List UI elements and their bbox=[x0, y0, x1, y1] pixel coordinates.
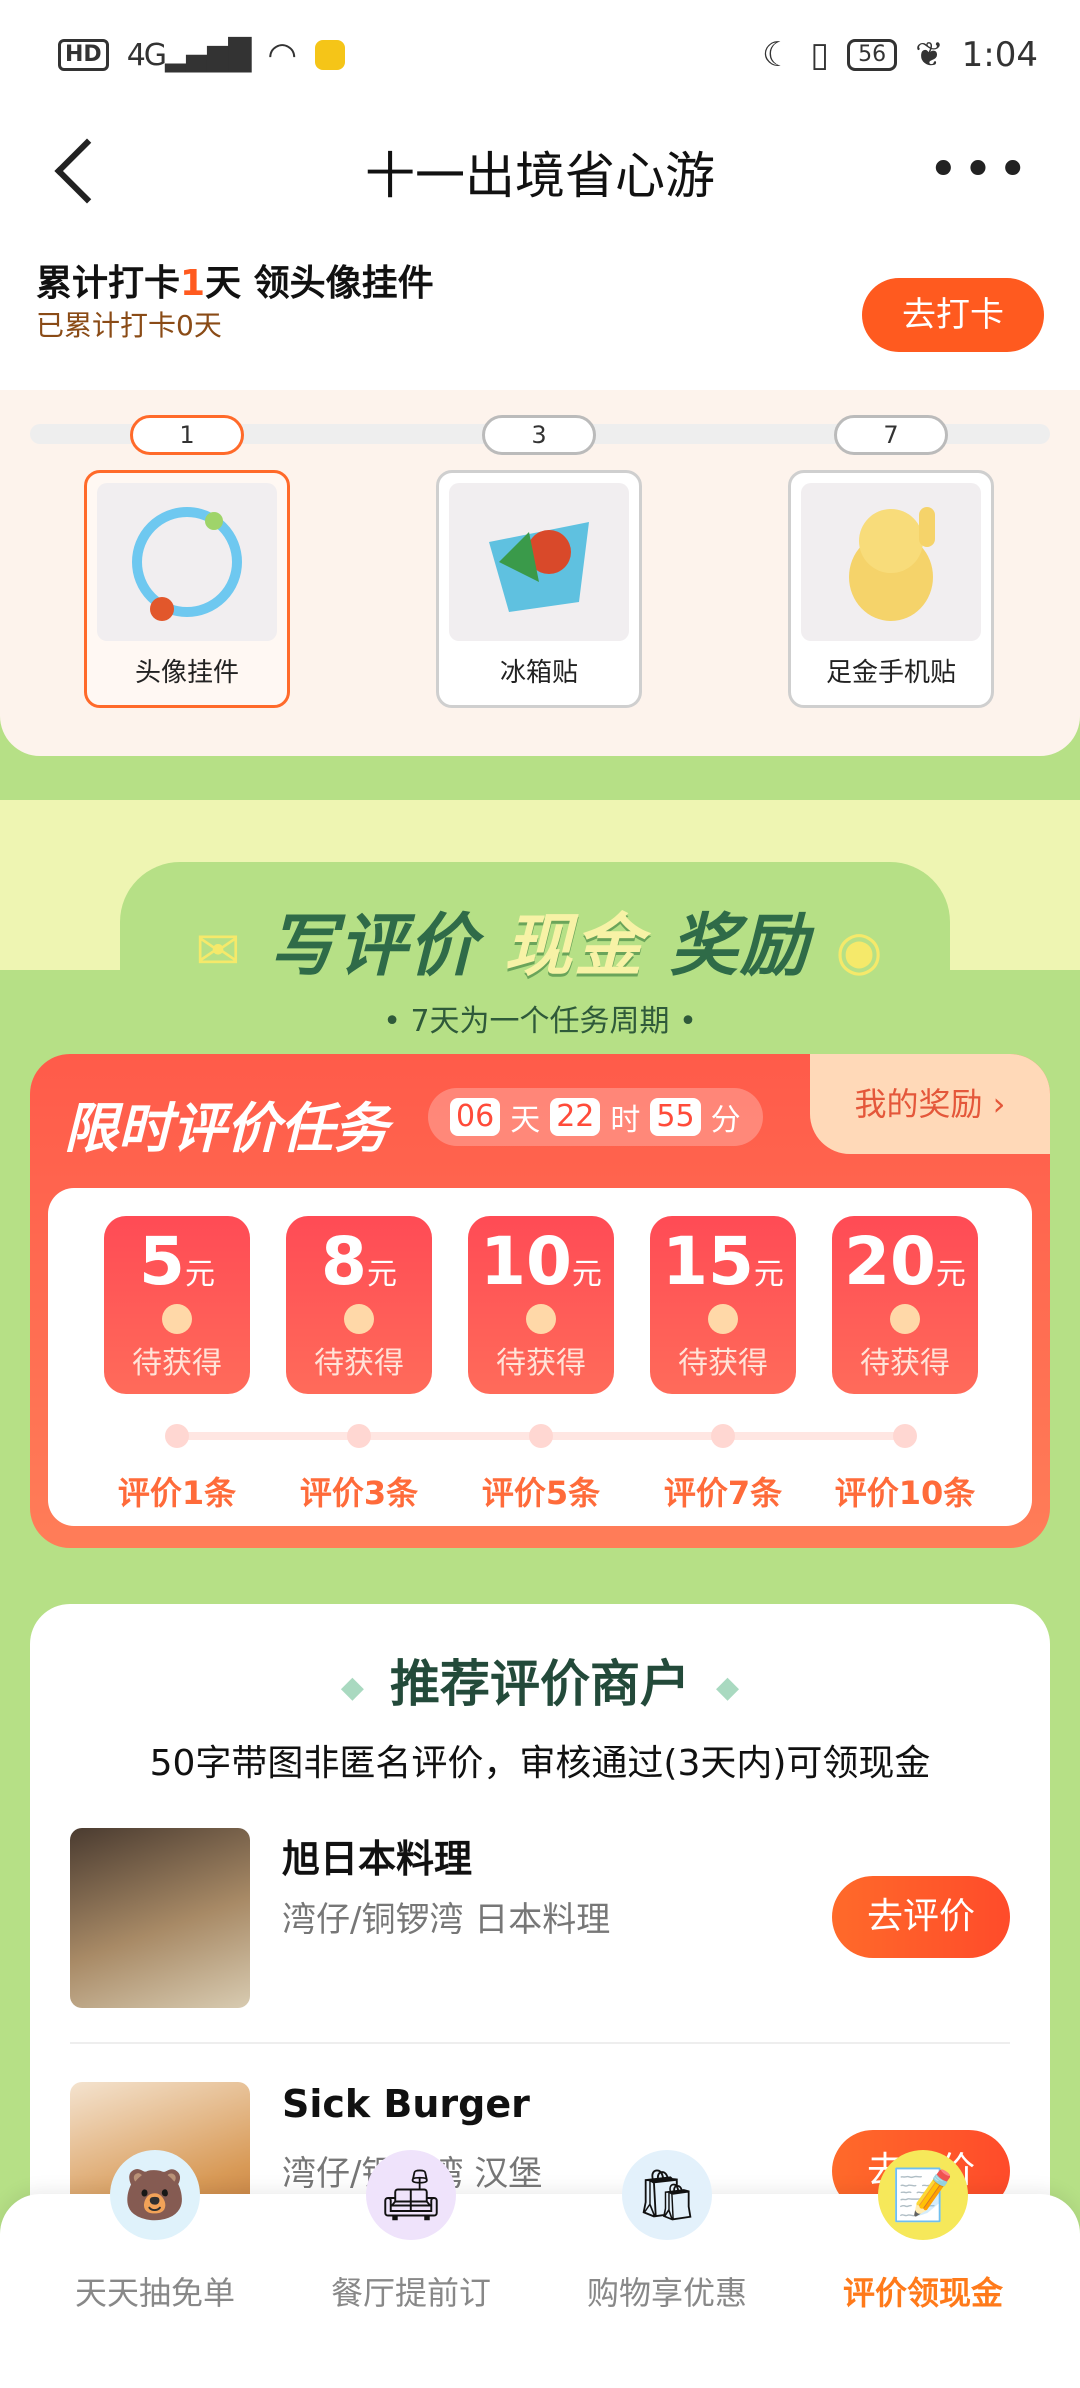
task-requirement: 评价5条 bbox=[481, 1474, 601, 1512]
notification-icon bbox=[315, 40, 345, 70]
divider bbox=[70, 2042, 1010, 2044]
reward-label: 足金手机贴 bbox=[825, 658, 956, 688]
merchant-name: 旭日本料理 bbox=[282, 1837, 473, 1881]
checkin-rewards: 1 3 7 头像挂件 冰箱贴 足金手机贴 bbox=[0, 390, 1080, 756]
reward-card-gold-phone-sticker[interactable]: 足金手机贴 bbox=[788, 470, 994, 708]
nav-item-shopping-deals[interactable]: 🛍 购物享优惠 bbox=[532, 2150, 802, 2388]
reward-card-fridge-magnet[interactable]: 冰箱贴 bbox=[436, 470, 642, 708]
banner-title: ✉ 写评价 现金 奖励 ◉ bbox=[195, 907, 885, 986]
nav-item-free-draw[interactable]: 🐻 天天抽免单 bbox=[20, 2150, 290, 2388]
battery-indicator: 56 bbox=[847, 39, 898, 71]
signal-icon: 4G▂▄▆█ bbox=[126, 37, 252, 73]
task-milestones: 5元 待获得 8元 待获得 10元 待获得 15元 待获得 20元 待获得 评价… bbox=[48, 1188, 1032, 1526]
checkin-section: 累计打卡1天 领头像挂件 已累计打卡0天 去打卡 bbox=[0, 230, 1080, 390]
nav-item-review-cash[interactable]: 📝 评价领现金 bbox=[788, 2150, 1058, 2388]
app-header: 十一出境省心游 ••• bbox=[0, 110, 1080, 230]
task-requirement: 评价7条 bbox=[663, 1474, 783, 1512]
merchant-name: Sick Burger bbox=[282, 2082, 530, 2126]
bottom-nav: 🐻 天天抽免单 🛋 餐厅提前订 🛍 购物享优惠 📝 评价领现金 bbox=[0, 2150, 1080, 2388]
reward-envelope: 8元 待获得 bbox=[286, 1216, 432, 1394]
day-marker: 1 bbox=[130, 415, 244, 455]
merchant-location: 湾仔/铜锣湾 日本料理 bbox=[282, 1900, 611, 1940]
reward-label: 冰箱贴 bbox=[499, 658, 578, 688]
coin-icon bbox=[890, 1304, 920, 1334]
merchant-row[interactable]: 旭日本料理 湾仔/铜锣湾 日本料理 去评价 bbox=[70, 1828, 1010, 2008]
review-note-icon: 📝 bbox=[878, 2150, 968, 2240]
checkin-progress: 已累计打卡0天 bbox=[36, 309, 222, 342]
more-icon[interactable]: ••• bbox=[928, 144, 1032, 196]
leaf-icon: ❦ bbox=[915, 35, 944, 75]
limited-review-task: 限时评价任务 06 天 22 时 55 分 我的奖励 › 5元 待获得 8元 待获得 … bbox=[30, 1054, 1050, 1548]
clock: 1:04 bbox=[961, 35, 1038, 75]
coin-icon bbox=[526, 1304, 556, 1334]
task-requirement: 评价3条 bbox=[299, 1474, 419, 1512]
vibrate-icon: ▯ bbox=[810, 35, 830, 75]
coin-icon bbox=[162, 1304, 192, 1334]
progress-dot bbox=[711, 1424, 735, 1448]
review-button[interactable]: 去评价 bbox=[832, 1876, 1010, 1958]
fridge-magnet-icon bbox=[449, 483, 629, 641]
coin-icon: ◉ bbox=[835, 919, 885, 982]
nav-item-restaurant-booking[interactable]: 🛋 餐厅提前订 bbox=[276, 2150, 546, 2388]
day-marker: 7 bbox=[834, 415, 948, 455]
checkin-button[interactable]: 去打卡 bbox=[862, 278, 1044, 352]
sofa-icon: 🛋 bbox=[366, 2150, 456, 2240]
diamond-icon: ◆ bbox=[716, 1670, 740, 1705]
my-rewards-link[interactable]: 我的奖励 › bbox=[810, 1054, 1050, 1154]
reward-envelope: 5元 待获得 bbox=[104, 1216, 250, 1394]
task-title: 限时评价任务 bbox=[64, 1097, 388, 1160]
progress-dot bbox=[529, 1424, 553, 1448]
coin-icon bbox=[344, 1304, 374, 1334]
coin-icon bbox=[708, 1304, 738, 1334]
page-title: 十一出境省心游 bbox=[365, 147, 715, 205]
bear-icon: 🐻 bbox=[110, 2150, 200, 2240]
section-note: 50字带图非匿名评价，审核通过(3天内)可领现金 bbox=[149, 1743, 931, 1784]
reward-label: 头像挂件 bbox=[134, 658, 239, 688]
lucky-cat-icon bbox=[801, 483, 981, 641]
day-marker: 3 bbox=[482, 415, 596, 455]
task-requirement: 评价10条 bbox=[834, 1474, 976, 1512]
task-requirement: 评价1条 bbox=[117, 1474, 237, 1512]
hd-indicator: HD bbox=[58, 39, 109, 71]
checkin-title: 累计打卡1天 领头像挂件 bbox=[36, 263, 434, 304]
status-bar: HD 4G▂▄▆█ ◠ ☾ ▯ 56 ❦ 1:04 bbox=[0, 0, 1080, 110]
envelope-icon: ✉ bbox=[195, 919, 243, 982]
moon-icon: ☾ bbox=[761, 35, 793, 75]
progress-dot bbox=[165, 1424, 189, 1448]
progress-dot bbox=[347, 1424, 371, 1448]
shopping-bag-icon: 🛍 bbox=[622, 2150, 712, 2240]
merchant-thumbnail bbox=[70, 1828, 250, 2008]
reward-envelope: 20元 待获得 bbox=[832, 1216, 978, 1394]
reward-card-avatar-frame[interactable]: 头像挂件 bbox=[84, 470, 290, 708]
reward-envelope: 10元 待获得 bbox=[468, 1216, 614, 1394]
diamond-icon: ◆ bbox=[340, 1670, 364, 1705]
wifi-icon: ◠ bbox=[267, 35, 297, 75]
reward-envelope: 15元 待获得 bbox=[650, 1216, 796, 1394]
countdown-timer: 06 天 22 时 55 分 bbox=[428, 1088, 763, 1146]
section-title: ◆ 推荐评价商户 ◆ bbox=[340, 1655, 740, 1713]
progress-dot bbox=[893, 1424, 917, 1448]
avatar-frame-icon bbox=[97, 483, 277, 641]
banner-subtitle: • 7天为一个任务周期 • bbox=[383, 1004, 697, 1039]
